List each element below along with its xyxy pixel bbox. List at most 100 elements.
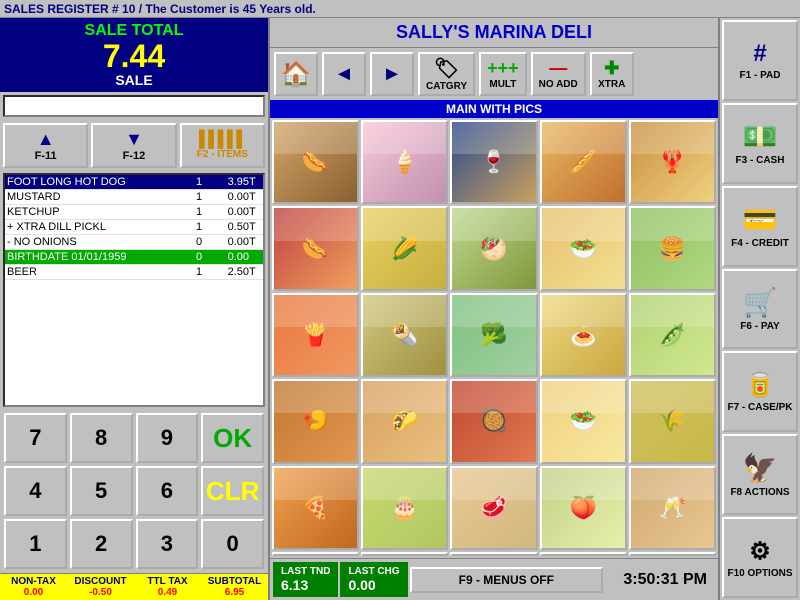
food-item[interactable]: 🍕 bbox=[272, 466, 359, 550]
category-icon: 🏷 bbox=[434, 56, 459, 81]
order-item-tax: T bbox=[249, 236, 261, 248]
actions-button[interactable]: 🦅 F8 ACTIONS bbox=[722, 434, 798, 515]
center-bottom: LAST TND 6.13 LAST CHG 0.00 F9 - MENUS O… bbox=[270, 558, 718, 600]
order-row[interactable]: MUSTARD 1 0.00 T bbox=[5, 190, 263, 205]
order-item-name: KETCHUP bbox=[7, 206, 189, 218]
numpad-button-1[interactable]: 1 bbox=[4, 519, 67, 569]
options-button[interactable]: ⚙ F10 OPTIONS bbox=[722, 517, 798, 598]
order-item-tax: T bbox=[249, 266, 261, 278]
order-row[interactable]: KETCHUP 1 0.00 T bbox=[5, 205, 263, 220]
mult-button[interactable]: +++ MULT bbox=[479, 52, 527, 96]
food-item[interactable]: 🥗 bbox=[540, 206, 627, 290]
food-item[interactable]: 🥩 bbox=[450, 466, 537, 550]
func-buttons: ▲ F-11 ▼ F-12 ▌▌▌▌▌ F2 - ITEMS bbox=[0, 120, 268, 171]
order-item-qty: 1 bbox=[189, 266, 209, 278]
food-item[interactable]: 🌾 bbox=[629, 379, 716, 463]
food-item[interactable]: 🍝 bbox=[540, 293, 627, 377]
bottom-status: NON-TAX 0.00 DISCOUNT -0.50 TTL TAX 0.49… bbox=[0, 573, 268, 600]
left-panel: SALE TOTAL 7.44 SALE ▲ F-11 ▼ F-12 ▌▌▌▌▌… bbox=[0, 18, 270, 600]
food-item[interactable]: 🫛 bbox=[629, 293, 716, 377]
numpad-button-2[interactable]: 2 bbox=[70, 519, 133, 569]
f2-items-button[interactable]: ▌▌▌▌▌ F2 - ITEMS bbox=[180, 123, 265, 168]
last-chg-label: LAST CHG bbox=[348, 566, 399, 577]
numpad-button-4[interactable]: 4 bbox=[4, 466, 67, 516]
numpad-button-8[interactable]: 8 bbox=[70, 413, 133, 463]
numpad-button-7[interactable]: 7 bbox=[4, 413, 67, 463]
f11-button[interactable]: ▲ F-11 bbox=[3, 123, 88, 168]
numpad-button-6[interactable]: 6 bbox=[136, 466, 199, 516]
noadd-label: NO ADD bbox=[539, 79, 578, 90]
food-highlight bbox=[452, 295, 535, 327]
food-item[interactable]: 🍦 bbox=[361, 120, 448, 204]
pay-icon: 🛒 bbox=[743, 286, 778, 319]
food-item[interactable]: 🍹 bbox=[450, 552, 537, 556]
food-item[interactable]: 🥘 bbox=[450, 379, 537, 463]
order-row[interactable]: BEER 1 2.50 T bbox=[5, 265, 263, 280]
pad-button[interactable]: # F1 - PAD bbox=[722, 20, 798, 101]
options-icon: ⚙ bbox=[749, 537, 771, 566]
food-item[interactable]: 🌮 bbox=[361, 379, 448, 463]
food-item[interactable]: 🍤 bbox=[272, 379, 359, 463]
back-button[interactable]: ◄ bbox=[322, 52, 366, 96]
numpad-button-3[interactable]: 3 bbox=[136, 519, 199, 569]
menus-off-button[interactable]: F9 - MENUS OFF bbox=[410, 567, 603, 593]
xtra-button[interactable]: ✚ XTRA bbox=[590, 52, 634, 96]
numpad-button-9[interactable]: 9 bbox=[136, 413, 199, 463]
food-item[interactable]: 🦞 bbox=[629, 120, 716, 204]
order-row[interactable]: BIRTHDATE 01/01/1959 0 0.00 bbox=[5, 250, 263, 265]
order-item-name: BEER bbox=[7, 266, 189, 278]
food-highlight bbox=[631, 295, 714, 327]
numpad-button-clr[interactable]: CLR bbox=[201, 466, 264, 516]
forward-button[interactable]: ► bbox=[370, 52, 414, 96]
numpad-button-0[interactable]: 0 bbox=[201, 519, 264, 569]
food-item[interactable]: 🍷 bbox=[629, 552, 716, 556]
casepack-icon: 🥫 bbox=[745, 371, 775, 400]
food-item[interactable]: 🥙 bbox=[450, 206, 537, 290]
food-item[interactable]: 🥂 bbox=[629, 466, 716, 550]
food-item[interactable]: 🍺 bbox=[361, 552, 448, 556]
ttl-tax-value: 0.49 bbox=[136, 587, 199, 598]
non-tax-value: 0.00 bbox=[2, 587, 65, 598]
order-list[interactable]: FOOT LONG HOT DOG 1 3.95 T MUSTARD 1 0.0… bbox=[3, 173, 265, 407]
barcode-icon: ▌▌▌▌▌ bbox=[199, 131, 246, 149]
order-row[interactable]: + XTRA DILL PICKL 1 0.50 T bbox=[5, 220, 263, 235]
f2-label: F2 - ITEMS bbox=[197, 149, 248, 160]
food-item[interactable]: 🍸 bbox=[540, 552, 627, 556]
order-row[interactable]: FOOT LONG HOT DOG 1 3.95 T bbox=[5, 175, 263, 190]
food-item[interactable]: 🌽 bbox=[361, 206, 448, 290]
food-item[interactable]: 🥦 bbox=[450, 293, 537, 377]
non-tax-item: NON-TAX 0.00 bbox=[2, 576, 65, 598]
search-input[interactable] bbox=[3, 95, 265, 117]
pay-button[interactable]: 🛒 F6 - PAY bbox=[722, 269, 798, 350]
subtotal-item: SUBTOTAL 6.95 bbox=[203, 576, 266, 598]
food-item[interactable]: 🍧 bbox=[272, 552, 359, 556]
food-item[interactable]: 🥖 bbox=[540, 120, 627, 204]
forward-arrow-icon: ► bbox=[382, 63, 402, 86]
food-item[interactable]: 🥗 bbox=[540, 379, 627, 463]
numpad-button-5[interactable]: 5 bbox=[70, 466, 133, 516]
f12-button[interactable]: ▼ F-12 bbox=[91, 123, 176, 168]
food-item[interactable]: 🍑 bbox=[540, 466, 627, 550]
food-highlight bbox=[542, 468, 625, 500]
food-item[interactable]: 🌯 bbox=[361, 293, 448, 377]
food-item[interactable]: 🌭 bbox=[272, 120, 359, 204]
order-item-tax: T bbox=[249, 206, 261, 218]
sale-total-amount: 7.44 bbox=[4, 40, 264, 72]
food-item[interactable]: 🍷 bbox=[450, 120, 537, 204]
order-row[interactable]: - NO ONIONS 0 0.00 T bbox=[5, 235, 263, 250]
casepack-label: F7 - CASE/PK bbox=[727, 402, 792, 413]
credit-button[interactable]: 💳 F4 - CREDIT bbox=[722, 186, 798, 267]
food-highlight bbox=[363, 295, 446, 327]
food-highlight bbox=[631, 381, 714, 413]
food-item[interactable]: 🎂 bbox=[361, 466, 448, 550]
food-item[interactable]: 🍔 bbox=[629, 206, 716, 290]
order-item-price: 2.50 bbox=[209, 266, 249, 278]
food-item[interactable]: 🍟 bbox=[272, 293, 359, 377]
cash-button[interactable]: 💵 F3 - CASH bbox=[722, 103, 798, 184]
casepack-button[interactable]: 🥫 F7 - CASE/PK bbox=[722, 351, 798, 432]
numpad-button-ok[interactable]: OK bbox=[201, 413, 264, 463]
noadd-button[interactable]: — NO ADD bbox=[531, 52, 586, 96]
category-button[interactable]: 🏷 CATGRY bbox=[418, 52, 475, 96]
food-item[interactable]: 🌭 bbox=[272, 206, 359, 290]
home-button[interactable]: 🏠 bbox=[274, 52, 318, 96]
